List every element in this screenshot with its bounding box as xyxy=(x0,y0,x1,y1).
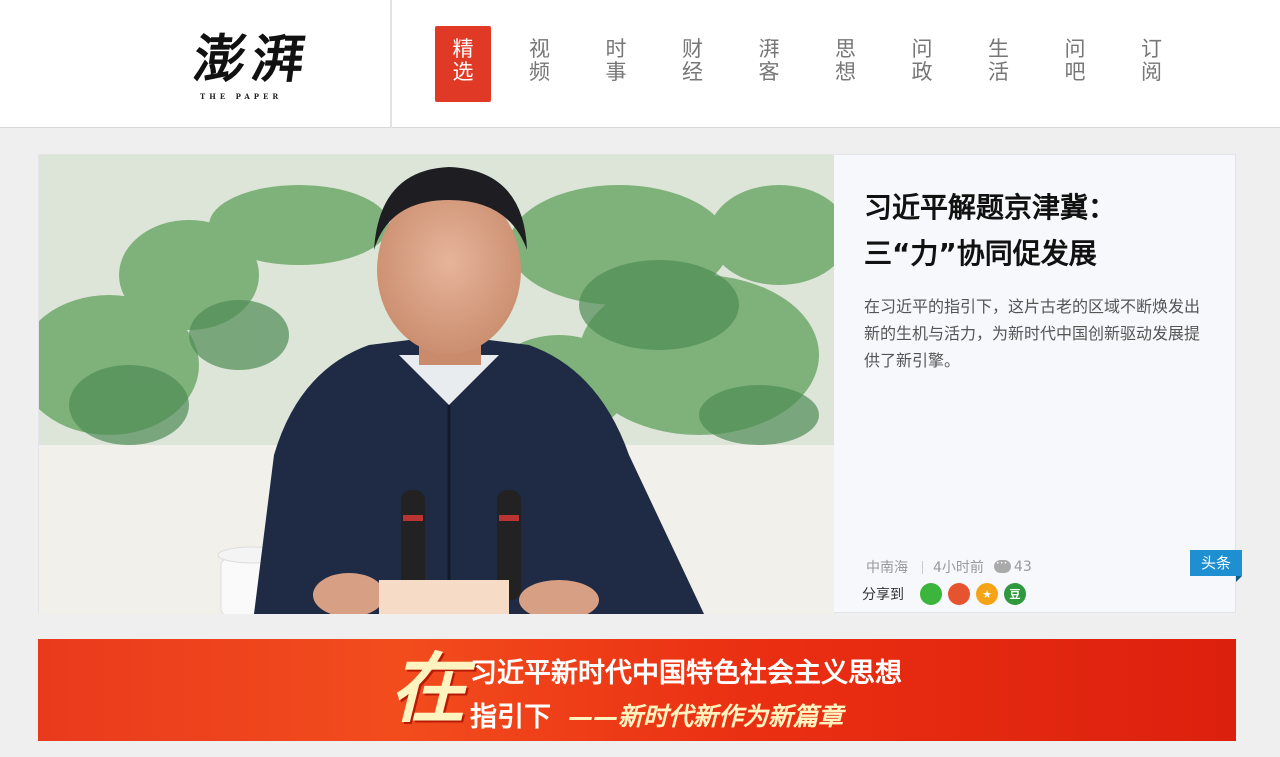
nav-item-label: 财经 xyxy=(682,37,703,84)
comment-count[interactable]: 43 xyxy=(993,556,1032,575)
nav-item-4[interactable]: 财经 xyxy=(665,26,721,102)
headline-summary: 在习近平的指引下，这片古老的区域不断焕发出新的生机与活力，为新时代中国创新驱动发… xyxy=(864,297,1201,370)
nav-item-7[interactable]: 问政 xyxy=(894,26,950,102)
share-weibo-icon[interactable] xyxy=(948,583,970,605)
nav-item-label: 时事 xyxy=(605,37,627,84)
source-link[interactable]: 中南海 xyxy=(866,557,908,577)
nav-item-5[interactable]: 湃客 xyxy=(741,26,797,102)
nav-item-9[interactable]: 问吧 xyxy=(1047,26,1103,102)
share-douban-icon[interactable]: 豆 xyxy=(1004,583,1026,605)
headline-image[interactable] xyxy=(39,155,834,614)
site-header: 澎湃 THE PAPER 精选 视频 时事 财经 湃客 思想 问政 生活 问吧 订阅 xyxy=(0,0,1280,128)
nav-item-6[interactable]: 思想 xyxy=(818,26,874,102)
share-wechat-icon[interactable] xyxy=(920,583,942,605)
headline-card: 习近平解题京津冀：三“力”协同促发展 在习近平的指引下，这片古老的区域不断焕发出… xyxy=(38,154,1236,614)
nav-item-2[interactable]: 视频 xyxy=(512,26,568,102)
nav-item-8[interactable]: 生活 xyxy=(971,26,1027,102)
banner-char: 在 xyxy=(390,644,466,733)
meta-divider xyxy=(922,560,923,574)
nav-item-10[interactable]: 订阅 xyxy=(1124,26,1180,102)
nav-item-label: 视频 xyxy=(529,37,550,84)
headline-photo xyxy=(39,155,834,614)
nav-item-label: 思想 xyxy=(835,37,856,84)
nav-item-3[interactable]: 时事 xyxy=(588,26,644,102)
comment-count-value: 43 xyxy=(1013,559,1032,575)
banner-line-2: 指引下 xyxy=(470,702,551,733)
nav-item-label: 问政 xyxy=(911,37,933,84)
promo-banner[interactable]: 在 习近平新时代中国特色社会主义思想 指引下 ——新时代新作为新篇章 xyxy=(38,639,1236,741)
banner-line-3: ——新时代新作为新篇章 xyxy=(568,702,844,731)
logo-subtitle: THE PAPER xyxy=(200,92,283,101)
headline-title[interactable]: 习近平解题京津冀：三“力”协同促发展 xyxy=(864,185,1194,277)
banner-line-1: 习近平新时代中国特色社会主义思想 xyxy=(470,658,902,689)
headline-badge: 头条 xyxy=(1190,550,1242,582)
headline-info: 习近平解题京津冀：三“力”协同促发展 在习近平的指引下，这片古老的区域不断焕发出… xyxy=(834,155,1236,612)
publish-time: 4小时前 xyxy=(933,560,984,576)
nav-item-1[interactable]: 精选 xyxy=(435,26,491,102)
comment-icon xyxy=(993,556,1011,575)
header-divider xyxy=(390,0,392,128)
nav-item-label: 精选 xyxy=(452,37,474,84)
nav-item-label: 湃客 xyxy=(758,37,780,84)
share-label: 分享到 xyxy=(862,587,904,603)
nav-item-label: 问吧 xyxy=(1064,37,1086,84)
share-qzone-icon[interactable]: ★ xyxy=(976,583,998,605)
nav-item-label: 生活 xyxy=(988,37,1009,84)
nav-item-label: 订阅 xyxy=(1141,37,1162,84)
logo-text: 澎湃 xyxy=(189,29,315,90)
site-logo[interactable]: 澎湃 THE PAPER xyxy=(189,29,330,105)
headline-meta: 中南海 4小时前 43 xyxy=(866,556,1032,577)
share-bar: 分享到 ★ 豆 xyxy=(862,583,1032,605)
